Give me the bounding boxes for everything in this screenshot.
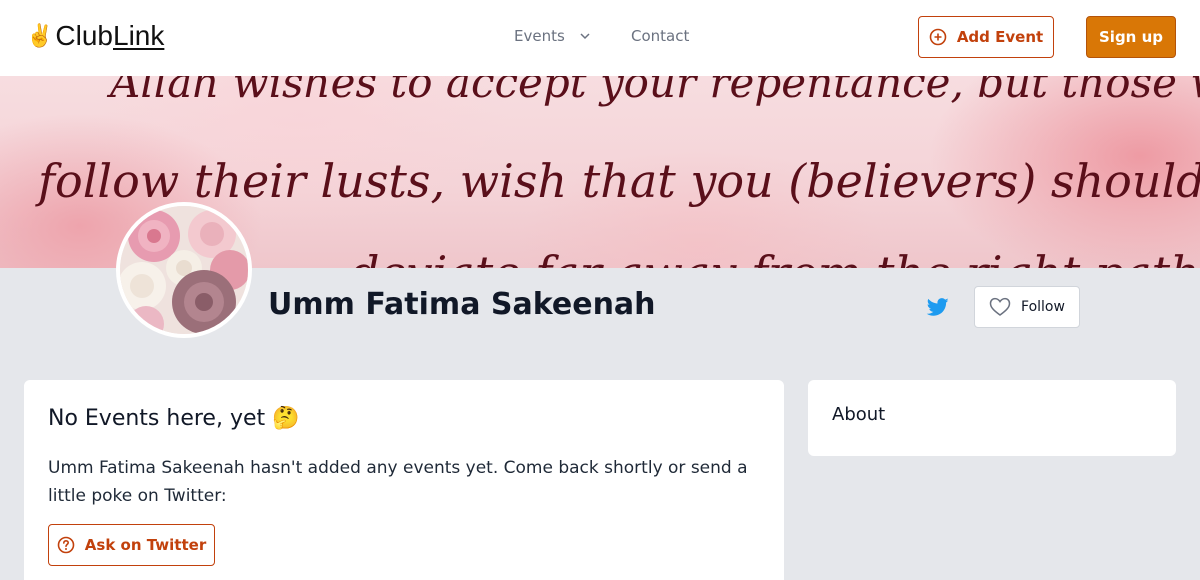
banner-text-line: deviate far away from the right path xyxy=(350,246,1200,268)
about-card: About xyxy=(808,380,1176,456)
chevron-down-icon xyxy=(580,33,590,40)
nav-events-label: Events xyxy=(514,27,565,45)
follow-button[interactable]: Follow xyxy=(974,286,1080,328)
signup-label: Sign up xyxy=(1099,28,1163,46)
ask-on-twitter-button[interactable]: Ask on Twitter xyxy=(48,524,215,566)
roses-image xyxy=(120,206,248,334)
add-event-label: Add Event xyxy=(956,28,1044,46)
about-title: About xyxy=(832,404,886,425)
nav-events[interactable]: Events xyxy=(514,27,591,45)
site-header: ✌ Club Link Events Contact Add Event Sign… xyxy=(0,0,1200,76)
profile-name: Umm Fatima Sakeenah xyxy=(268,287,656,322)
logo-text: Club xyxy=(55,20,113,51)
logo-link-text: Link xyxy=(113,20,165,51)
ask-on-twitter-label: Ask on Twitter xyxy=(84,536,207,554)
no-events-title: No Events here, yet 🤔 xyxy=(48,406,300,431)
follow-label: Follow xyxy=(1021,299,1065,315)
plus-circle-icon xyxy=(929,28,947,46)
twitter-icon[interactable] xyxy=(926,296,950,318)
heart-icon xyxy=(989,297,1011,316)
question-circle-icon xyxy=(57,536,75,554)
add-event-button[interactable]: Add Event xyxy=(918,16,1054,58)
no-events-text: Umm Fatima Sakeenah hasn't added any eve… xyxy=(48,458,748,506)
signup-button[interactable]: Sign up xyxy=(1086,16,1176,58)
banner-text-line: follow their lusts, wish that you (belie… xyxy=(38,154,1200,208)
nav-contact-label: Contact xyxy=(631,27,690,45)
avatar xyxy=(116,202,252,338)
nav-contact[interactable]: Contact xyxy=(631,27,689,45)
events-card: No Events here, yet 🤔 Umm Fatima Sakeena… xyxy=(24,380,784,580)
banner-text-line: Allah wishes to accept your repentance, … xyxy=(110,76,1200,107)
victory-hand-icon: ✌ xyxy=(26,23,54,48)
clublink-logo[interactable]: ✌ Club Link xyxy=(26,22,164,50)
